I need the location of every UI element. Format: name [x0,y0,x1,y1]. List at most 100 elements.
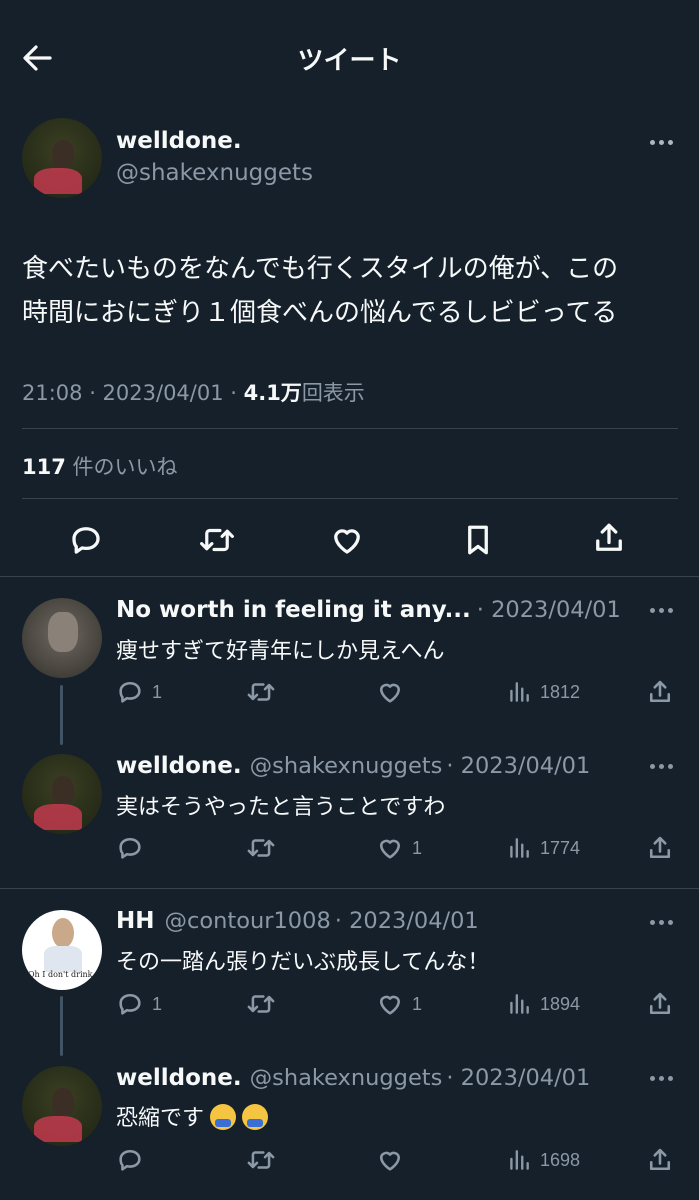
avatar[interactable] [22,1066,102,1146]
share-button[interactable] [646,1146,674,1174]
reply-author-name[interactable]: welldone. [116,1065,242,1091]
views-count: 1774 [540,837,581,858]
more-icon-dot [659,1076,664,1081]
share-button[interactable] [591,520,627,556]
like-button[interactable]: 1 [376,834,422,862]
avatar[interactable] [22,118,102,198]
views-icon [510,682,529,702]
like-button[interactable] [376,678,404,706]
share-button[interactable] [646,990,674,1018]
avatar[interactable] [22,754,102,834]
reply-icon [119,1149,141,1171]
more-icon-dot [659,140,664,145]
likes-summary[interactable]: 117 件のいいね [22,451,178,481]
reply-date[interactable]: · 2023/04/01 [477,597,621,623]
share-icon [649,992,671,1015]
more-icon [650,764,655,769]
reply-header: No worth in feeling it any... · 2023/04/0… [116,597,621,623]
tweet-text-line-2: 時間におにぎり１個食べんの悩んでるしビビってる [22,298,618,328]
bowing-emoji-icon [210,1104,237,1130]
more-icon-dot [659,764,664,769]
like-button[interactable] [376,1146,404,1174]
share-icon [649,680,671,703]
more-icon-dot [668,1076,673,1081]
views-button[interactable]: 1812 [506,678,580,706]
reply-text: 恐縮です [116,1100,269,1132]
likes-count: 117 [22,455,66,479]
reply-author-handle[interactable]: @contour1008 [165,908,331,934]
share-button[interactable] [646,678,674,706]
retweet-button[interactable] [198,522,236,558]
more-icon-dot [668,764,673,769]
views-button[interactable]: 1698 [506,1146,580,1174]
avatar[interactable] [22,598,102,678]
more-button[interactable] [650,1076,673,1081]
views-button[interactable]: 1894 [506,990,580,1018]
tweet-text-line-1: 食べたいものをなんでも行くスタイルの俺が、この [22,254,619,284]
retweet-icon [200,528,234,552]
reply-icon [119,993,141,1015]
more-icon-dot [659,920,664,925]
more-icon-dot [668,920,673,925]
reply-date[interactable]: · 2023/04/01 [446,753,590,779]
reply-date[interactable]: · 2023/04/01 [335,908,479,934]
retweet-icon [247,995,275,1013]
retweet-button[interactable] [246,678,276,706]
more-button[interactable] [650,764,673,769]
views-count: 1894 [540,993,581,1014]
reply-author-name[interactable]: No worth in feeling it any... [116,597,471,623]
share-button[interactable] [646,834,674,862]
retweet-button[interactable] [246,990,276,1018]
like-icon [379,683,401,703]
reply-icon [119,837,141,859]
reply-button[interactable] [116,834,144,862]
divider [0,576,699,577]
divider [0,888,699,889]
like-icon [379,995,401,1015]
more-icon [650,1076,655,1081]
like-icon [379,1151,401,1171]
bookmark-icon [468,525,488,555]
reply-button[interactable]: 1 [116,990,162,1018]
views-button[interactable]: 1774 [506,834,580,862]
more-icon-dot [668,608,673,613]
more-button[interactable] [650,920,673,925]
reply-button[interactable] [68,522,104,558]
reply-button[interactable] [116,1146,144,1174]
reply-header: welldone. @shakexnuggets · 2023/04/01 [116,753,590,779]
share-icon [596,523,622,551]
retweet-button[interactable] [246,834,276,862]
avatar[interactable]: Oh I don't drink, drugs for me th [22,910,102,990]
author-name[interactable]: welldone. [116,128,242,154]
thread-line [60,996,63,1056]
reply-author-handle[interactable]: @shakexnuggets [250,1065,443,1091]
more-button[interactable] [650,140,673,145]
avatar-caption: Oh I don't drink, drugs for me th [28,970,102,979]
more-icon-dot [659,608,664,613]
views-icon [510,838,529,858]
reply-button[interactable]: 1 [116,678,162,706]
like-button[interactable] [329,522,365,558]
views-count: 1812 [540,681,581,702]
views-label: 回表示 [301,381,365,405]
reply-author-handle[interactable]: @shakexnuggets [250,753,443,779]
reply-header: HH @contour1008 · 2023/04/01 [116,908,479,934]
thread-line [60,685,63,745]
retweet-icon [247,839,275,857]
like-button[interactable]: 1 [376,990,422,1018]
reply-author-name[interactable]: HH [116,908,155,934]
reply-author-name[interactable]: welldone. [116,753,242,779]
share-icon [649,1148,671,1171]
author-handle[interactable]: @shakexnuggets [116,160,313,186]
tweet-timestamp[interactable]: 21:08 · 2023/04/01 · [22,381,244,405]
reply-text: 実はそうやったと言うことですわ [116,795,446,820]
retweet-button[interactable] [246,1146,276,1174]
reply-date[interactable]: · 2023/04/01 [446,1065,590,1091]
more-button[interactable] [650,608,673,613]
reply-count: 1 [152,681,163,702]
likes-label: 件のいいね [65,455,178,479]
retweet-icon [247,683,275,701]
bookmark-button[interactable] [460,522,496,558]
views-count: 1698 [540,1149,581,1170]
page-title: ツイート [297,46,402,76]
